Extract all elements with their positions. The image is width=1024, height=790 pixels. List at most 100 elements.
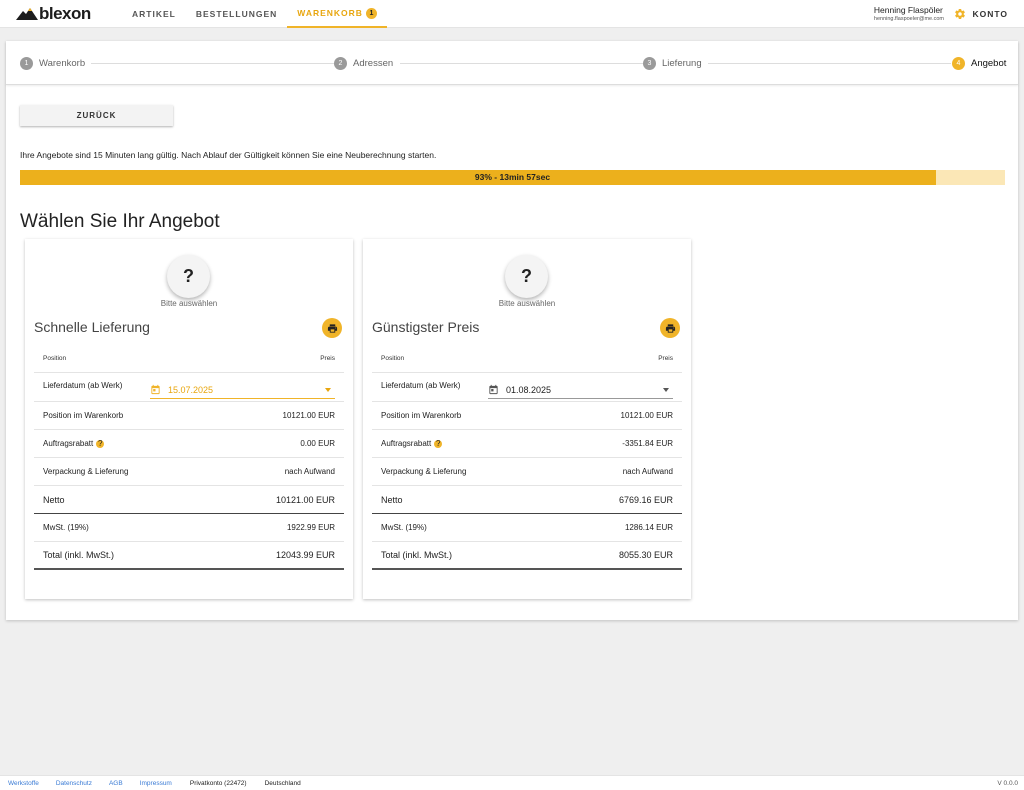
top-bar: blexon ARTIKEL BESTELLUNGEN WARENKORB 1 …	[0, 0, 1024, 28]
table-row: Auftragsrabatt? -3351.84 EUR	[372, 430, 682, 458]
offer-card-fast-delivery: ? Bitte auswählen Schnelle Lieferung Pos…	[25, 239, 353, 599]
net-label: Netto	[381, 494, 403, 505]
step-angebot[interactable]: 4 Angebot	[952, 56, 1013, 70]
row-value: -3351.84 EUR	[622, 439, 673, 448]
row-label: Auftragsrabatt	[43, 439, 94, 448]
account-label: KONTO	[972, 9, 1008, 19]
help-icon[interactable]: ?	[434, 439, 443, 448]
step-warenkorb[interactable]: 1 Warenkorb	[20, 56, 92, 70]
net-label: Netto	[43, 494, 65, 505]
validity-info-text: Ihre Angebote sind 15 Minuten lang gülti…	[20, 150, 437, 160]
total-row: Total (inkl. MwSt.) 12043.99 EUR	[34, 542, 344, 570]
footer-country: Deutschland	[264, 779, 301, 787]
table-row: Verpackung & Lieferung nach Aufwand	[372, 458, 682, 486]
nav-item-artikel[interactable]: ARTIKEL	[122, 0, 186, 28]
logo-text: blexon	[39, 4, 91, 23]
progress-text: 93% - 13min 57sec	[474, 172, 551, 182]
net-value: 10121.00 EUR	[275, 494, 335, 505]
back-button[interactable]: ZURÜCK	[20, 105, 173, 126]
footer-link-impressum[interactable]: Impressum	[140, 780, 172, 787]
main-nav: ARTIKEL BESTELLUNGEN WARENKORB 1	[122, 0, 387, 28]
step-label: Lieferung	[662, 57, 702, 69]
print-button[interactable]	[660, 318, 680, 338]
nav-item-warenkorb[interactable]: WARENKORB 1	[287, 0, 387, 28]
header-price: Preis	[320, 355, 335, 362]
header-price: Preis	[658, 355, 673, 362]
cart-count-badge: 1	[365, 7, 377, 19]
row-label: Position im Warenkorb	[43, 411, 124, 420]
delivery-date-label: Lieferdatum (ab Werk)	[381, 381, 461, 390]
header-position: Position	[381, 355, 405, 362]
table-header: Position Preis	[372, 345, 682, 373]
vat-value: 1922.99 EUR	[286, 523, 335, 532]
gear-icon	[955, 9, 966, 20]
offer-table: Position Preis Lieferdatum (ab Werk) 01.…	[372, 345, 682, 570]
row-label: Auftragsrabatt	[381, 439, 432, 448]
user-email: henning.flaspoeler@me.com	[873, 16, 944, 22]
footer-link-agb[interactable]: AGB	[109, 780, 123, 787]
delivery-date-select[interactable]: 01.08.2025	[488, 381, 673, 399]
delivery-date-row: Lieferdatum (ab Werk) 01.08.2025	[372, 373, 682, 402]
calendar-icon	[489, 384, 498, 395]
net-value: 6769.16 EUR	[618, 494, 673, 505]
row-value: nach Aufwand	[622, 467, 673, 476]
total-value: 8055.30 EUR	[618, 550, 673, 560]
stepper-connector	[708, 63, 951, 64]
step-number: 1	[20, 56, 33, 70]
delivery-date-select[interactable]: 15.07.2025	[150, 381, 335, 399]
vat-row: MwSt. (19%) 1286.14 EUR	[372, 514, 682, 542]
step-number: 3	[643, 56, 656, 70]
total-row: Total (inkl. MwSt.) 8055.30 EUR	[372, 542, 682, 570]
nav-item-label: WARENKORB	[297, 8, 363, 18]
row-value: nach Aufwand	[284, 467, 335, 476]
validity-progress-bar: 93% - 13min 57sec	[20, 170, 1005, 185]
delivery-date-row: Lieferdatum (ab Werk) 15.07.2025	[34, 373, 344, 402]
select-offer-label: Bitte auswählen	[498, 299, 556, 308]
stepper-connector	[400, 63, 645, 64]
net-row: Netto 10121.00 EUR	[34, 486, 344, 514]
step-label: Angebot	[971, 57, 1007, 69]
select-offer-button[interactable]: ?	[505, 255, 548, 298]
step-label: Warenkorb	[39, 57, 86, 69]
row-value: 0.00 EUR	[300, 439, 335, 448]
vat-label: MwSt. (19%)	[381, 523, 427, 532]
footer-link-datenschutz[interactable]: Datenschutz	[56, 780, 92, 787]
vat-label: MwSt. (19%)	[43, 523, 89, 532]
row-value: 10121.00 EUR	[282, 411, 335, 420]
step-adressen[interactable]: 2 Adressen	[334, 56, 400, 70]
offer-card-cheapest-price: ? Bitte auswählen Günstigster Preis Posi…	[363, 239, 691, 599]
nav-item-label: ARTIKEL	[132, 9, 176, 19]
offer-title: Günstigster Preis	[372, 319, 480, 335]
header-position: Position	[43, 355, 67, 362]
nav-item-label: BESTELLUNGEN	[195, 9, 278, 19]
table-row: Verpackung & Lieferung nach Aufwand	[34, 458, 344, 486]
vat-value: 1286.14 EUR	[624, 523, 673, 532]
row-value: 10121.00 EUR	[620, 411, 673, 420]
help-icon[interactable]: ?	[96, 439, 105, 448]
step-lieferung[interactable]: 3 Lieferung	[643, 56, 708, 70]
nav-item-bestellungen[interactable]: BESTELLUNGEN	[186, 0, 287, 28]
calendar-icon	[151, 384, 160, 395]
delivery-date-value: 15.07.2025	[168, 384, 214, 395]
select-offer-button[interactable]: ?	[167, 255, 210, 298]
table-row: Auftragsrabatt? 0.00 EUR	[34, 430, 344, 458]
step-label: Adressen	[353, 57, 394, 69]
account-button[interactable]: KONTO	[954, 6, 1008, 22]
chevron-down-icon	[663, 388, 669, 392]
step-number: 4	[952, 56, 965, 70]
delivery-date-value: 01.08.2025	[506, 384, 552, 395]
footer-version: V 0.0.0	[997, 779, 1018, 787]
footer: Werkstoffe Datenschutz AGB Impressum Pri…	[0, 775, 1024, 790]
logo-mountain-icon	[16, 8, 38, 20]
row-label: Verpackung & Lieferung	[381, 467, 467, 476]
total-label: Total (inkl. MwSt.)	[381, 550, 453, 560]
offer-title: Schnelle Lieferung	[34, 319, 150, 335]
printer-icon	[665, 323, 675, 333]
chevron-down-icon	[325, 388, 331, 392]
step-number: 2	[334, 56, 347, 70]
logo[interactable]: blexon	[16, 4, 91, 23]
print-button[interactable]	[322, 318, 342, 338]
total-value: 12043.99 EUR	[275, 550, 335, 560]
page-title: Wählen Sie Ihr Angebot	[20, 211, 220, 232]
footer-link-werkstoffe[interactable]: Werkstoffe	[8, 780, 39, 787]
